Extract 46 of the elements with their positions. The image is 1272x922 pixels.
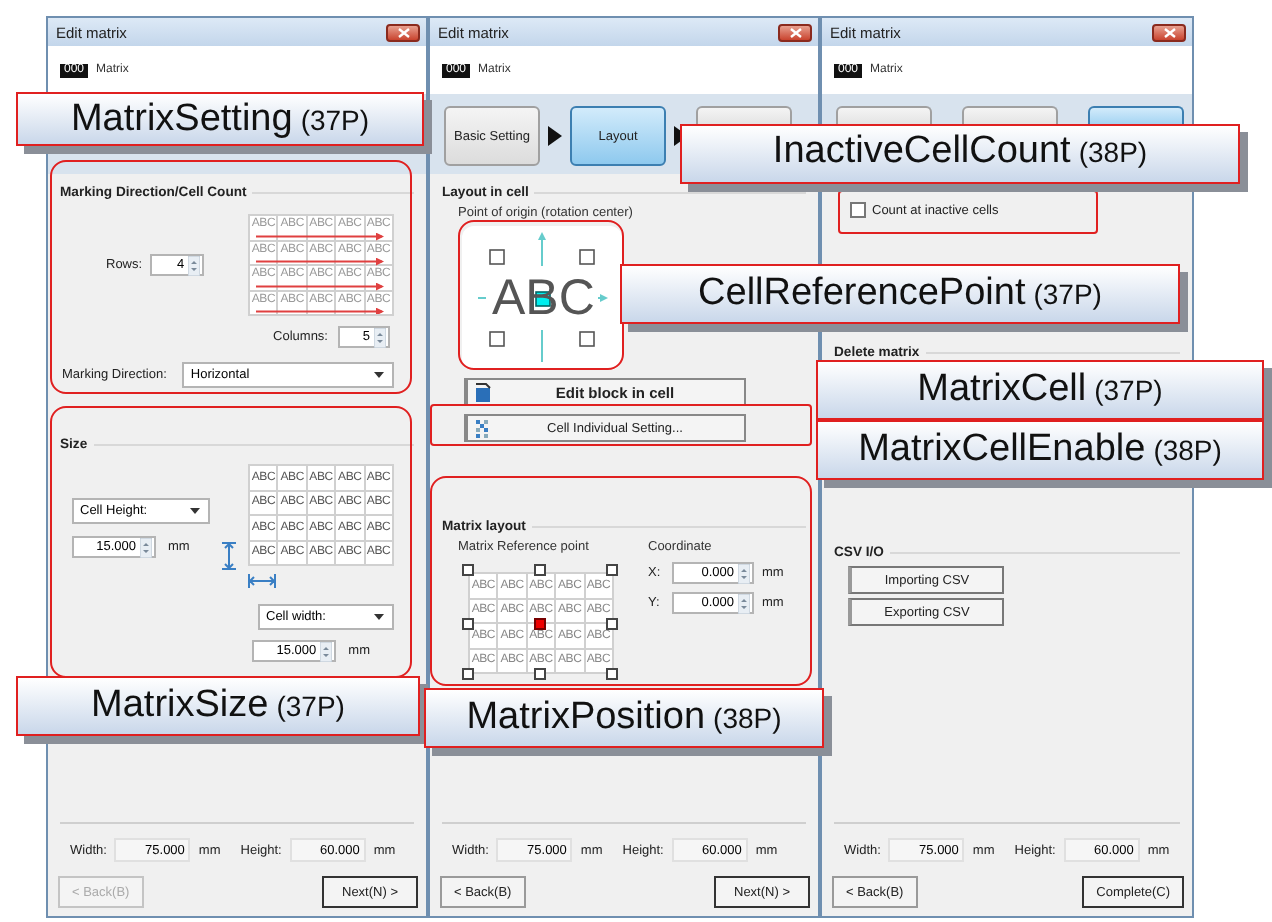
spin-arrows-icon [738,563,750,583]
close-icon [789,27,801,37]
reference-point-selector[interactable]: ABC [462,226,622,370]
callout-title: MatrixCell [917,368,1087,412]
step-arrow-icon [548,126,562,146]
dot-grid-icon [474,417,492,439]
page-reference: (37P) [1094,374,1163,406]
callout-title: MatrixSetting [70,97,293,141]
vertical-dimension-icon [220,542,238,570]
reference-handle[interactable] [606,668,618,680]
close-button[interactable] [778,23,812,41]
edit-block-icon [474,381,492,403]
callout-title: MatrixPosition [466,696,706,740]
page-reference: (37P) [1033,278,1102,310]
reference-handle[interactable] [534,618,546,630]
checkbox[interactable] [850,202,866,218]
page-reference: (37P) [276,690,345,722]
close-button[interactable] [1152,23,1186,41]
reference-handle[interactable] [534,564,546,576]
callout-title: CellReferencePoint [698,272,1026,316]
callout-title: MatrixSize [91,684,269,728]
close-icon [397,27,409,37]
caret-icon [190,508,200,514]
callout-title: MatrixCellEnable [858,428,1146,472]
reference-handle[interactable] [462,668,474,680]
reference-handle[interactable] [462,618,474,630]
reference-handle[interactable] [534,668,546,680]
spin-arrows-icon [140,537,152,557]
close-button[interactable] [386,23,420,41]
close-icon [1163,27,1175,37]
spin-arrows-icon [374,327,386,347]
spin-arrows-icon [738,593,750,613]
horizontal-dimension-icon [248,572,277,590]
caret-icon [374,372,384,378]
callout-title: InactiveCellCount [772,132,1071,170]
reference-handle[interactable] [606,618,618,630]
reference-handle[interactable] [462,564,474,576]
sample-text: ABC [492,268,595,328]
page-reference: (38P) [713,702,782,734]
spin-arrows-icon [320,641,333,661]
caret-icon [374,614,384,620]
page-reference: (38P) [1078,137,1148,165]
spin-arrows-icon [188,255,201,275]
reference-handle[interactable] [606,564,618,576]
page-reference: (38P) [1153,434,1222,466]
page-reference: (37P) [300,103,370,135]
